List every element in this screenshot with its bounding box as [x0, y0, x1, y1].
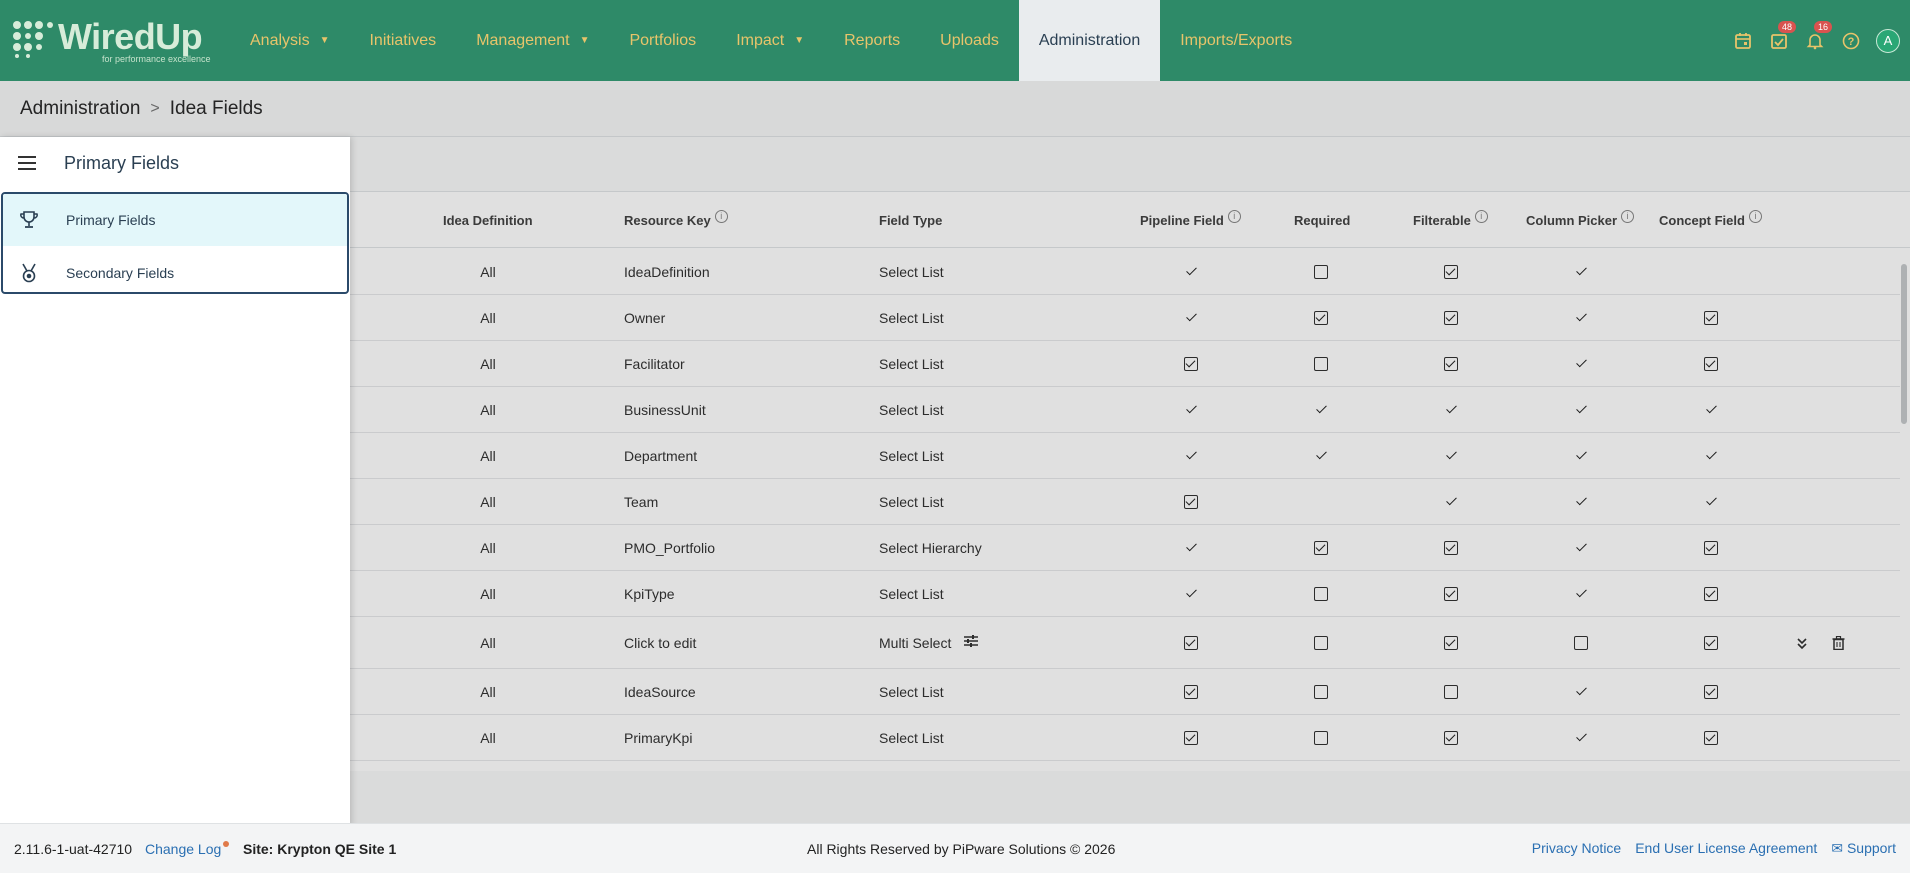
nav-management-label: Management: [476, 31, 570, 49]
nav-impact[interactable]: Impact ▼: [716, 0, 824, 81]
avatar[interactable]: A: [1876, 28, 1900, 53]
task-check-icon[interactable]: 48: [1768, 20, 1797, 52]
drawer-title: Primary Fields: [64, 152, 180, 173]
nav-reports-label: Reports: [844, 31, 901, 49]
logo-text: WiredUp: [58, 16, 203, 57]
top-navigation-bar: WiredUp for performance excellence Analy…: [0, 0, 1910, 81]
drawer-item-label: Secondary Fields: [66, 265, 175, 281]
change-log-link[interactable]: Change Log: [145, 840, 230, 857]
chevron-down-icon: ▼: [794, 35, 805, 46]
fields-drawer: Primary Fields Primary Fields Secondary …: [0, 137, 350, 827]
nav-reports[interactable]: Reports: [824, 0, 920, 81]
new-indicator-dot: [223, 840, 230, 847]
svg-text:?: ?: [1848, 36, 1855, 48]
medal-icon: [17, 263, 41, 283]
drawer-item-secondary-fields[interactable]: Secondary Fields: [3, 246, 347, 292]
nav-portfolios-label: Portfolios: [629, 31, 697, 49]
nav-portfolios[interactable]: Portfolios: [609, 0, 716, 81]
nav-administration-label: Administration: [1038, 31, 1141, 49]
support-label: Support: [1846, 840, 1896, 856]
tasks-badge: 48: [1778, 20, 1797, 33]
nav-initiatives-label: Initiatives: [369, 31, 437, 49]
support-link[interactable]: ✉ Support: [1831, 840, 1896, 857]
nav-analysis-label: Analysis: [250, 31, 310, 49]
nav-analysis[interactable]: Analysis ▼: [230, 0, 349, 81]
logo-dots-icon: [13, 21, 53, 58]
main-nav: Analysis ▼ Initiatives Management ▼ Portfo…: [230, 0, 1312, 81]
calendar-icon[interactable]: [1732, 30, 1754, 52]
hamburger-menu-icon[interactable]: [18, 152, 36, 174]
notifications-badge: 16: [1814, 20, 1833, 33]
drawer-item-label: Primary Fields: [66, 212, 156, 228]
drawer-item-primary-fields[interactable]: Primary Fields: [3, 194, 347, 246]
wiredup-logo[interactable]: WiredUp for performance excellence: [12, 16, 217, 66]
change-log-label: Change Log: [145, 840, 222, 857]
footer: 2.11.6-1-uat-42710 Change Log Site: Kryp…: [0, 823, 1910, 873]
nav-uploads[interactable]: Uploads: [920, 0, 1019, 81]
nav-imports-exports-label: Imports/Exports: [1180, 31, 1293, 49]
logo-tagline: for performance excellence: [102, 54, 211, 64]
eula-link[interactable]: End User License Agreement: [1635, 840, 1817, 857]
support-icon: ✉: [1831, 840, 1847, 856]
nav-administration[interactable]: Administration: [1018, 0, 1161, 81]
chevron-down-icon: ▼: [319, 35, 330, 46]
copyright: All Rights Reserved by PiPware Solutions…: [807, 840, 1116, 857]
nav-impact-label: Impact: [736, 31, 785, 49]
bell-icon[interactable]: 16: [1804, 20, 1833, 52]
chevron-down-icon: ▼: [579, 35, 590, 46]
nav-imports-exports[interactable]: Imports/Exports: [1160, 0, 1312, 81]
footer-links: Privacy Notice End User License Agreemen…: [1532, 840, 1896, 857]
app-version: 2.11.6-1-uat-42710: [14, 840, 133, 857]
drawer-menu: Primary Fields Secondary Fields: [1, 192, 349, 294]
nav-actions: 48 16 ? A: [1732, 0, 1900, 81]
help-icon[interactable]: ?: [1840, 30, 1862, 52]
nav-uploads-label: Uploads: [940, 31, 999, 49]
nav-initiatives[interactable]: Initiatives: [349, 0, 456, 81]
trophy-icon: [17, 210, 41, 230]
site-name: Site: Krypton QE Site 1: [243, 840, 397, 857]
nav-management[interactable]: Management ▼: [456, 0, 609, 81]
privacy-notice-link[interactable]: Privacy Notice: [1532, 840, 1621, 857]
drawer-header: Primary Fields: [0, 137, 350, 189]
